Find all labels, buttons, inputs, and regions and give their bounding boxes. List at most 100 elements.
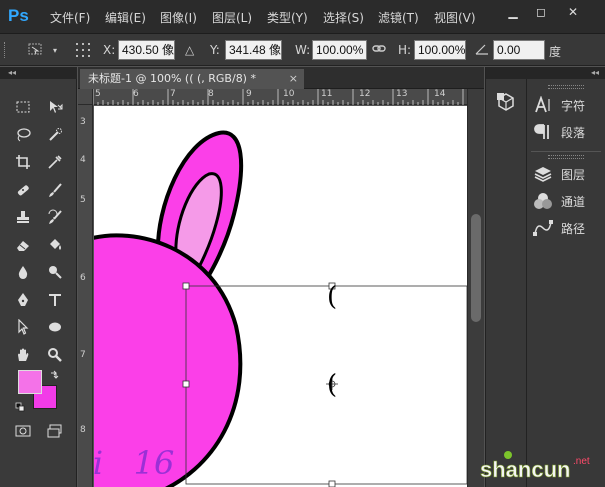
- close-button[interactable]: ✕: [562, 3, 584, 21]
- transform-tool-icon[interactable]: [26, 41, 46, 62]
- paragraph-icon: [531, 122, 555, 142]
- angle-field[interactable]: 0.00: [493, 40, 545, 60]
- panel-channels-label: 通道: [561, 194, 586, 209]
- tools-collapse-button[interactable]: ◂◂: [0, 67, 77, 79]
- vertical-ruler[interactable]: 3 4 5 6 7 8: [78, 105, 93, 487]
- quick-selection-tool-icon[interactable]: [45, 125, 65, 145]
- photoshop-window: Ps 文件(F) 编辑(E) 图像(I) 图层(L) 类型(Y) 选择(S) 滤…: [0, 0, 605, 487]
- ruler-label: 4: [80, 155, 86, 165]
- dock-collapse-button[interactable]: ◂◂: [527, 67, 605, 79]
- watermark-subtext: .net: [573, 456, 590, 467]
- menu-select[interactable]: 选择(S): [323, 9, 364, 26]
- paren-glyph: (: [327, 282, 338, 312]
- angle-unit: 度: [549, 45, 562, 59]
- panel-layers-label: 图层: [561, 167, 586, 182]
- tools-panel: ◂◂: [0, 67, 77, 487]
- 3d-panel-icon[interactable]: [496, 92, 518, 112]
- scrollbar-thumb[interactable]: [471, 214, 481, 322]
- x-field[interactable]: 430.50 像: [118, 40, 175, 60]
- menu-view[interactable]: 视图(V): [434, 9, 476, 26]
- eyedropper-tool-icon[interactable]: [45, 152, 65, 172]
- relative-position-icon[interactable]: △: [185, 43, 194, 57]
- reference-point-icon[interactable]: [73, 41, 93, 62]
- panel-channels[interactable]: 通道: [531, 188, 603, 214]
- dock-header: [486, 67, 528, 79]
- history-brush-tool-icon[interactable]: [45, 207, 65, 227]
- ruler-label: 6: [133, 89, 139, 99]
- panel-paragraph-label: 段落: [561, 125, 586, 140]
- x-label: X:: [103, 43, 116, 57]
- ruler-label: 8: [80, 425, 86, 435]
- menu-image[interactable]: 图像(I): [160, 9, 197, 26]
- eraser-tool-icon[interactable]: [13, 235, 33, 255]
- ruler-label: 11: [321, 89, 333, 99]
- h-label: H:: [398, 43, 412, 57]
- paint-bucket-tool-icon[interactable]: [45, 235, 65, 255]
- move-tool-icon[interactable]: [45, 97, 65, 117]
- ruler-label: 10: [283, 89, 295, 99]
- panel-dock: ◂◂ 字符 段落 图层 通道 路径: [527, 67, 605, 487]
- healing-brush-tool-icon[interactable]: [13, 180, 33, 200]
- document-tab-bar: 未标题-1 @ 100% (( (, RGB/8) * ×: [78, 67, 484, 89]
- app-logo: Ps: [8, 6, 29, 25]
- y-field[interactable]: 341.48 像: [225, 40, 282, 60]
- ruler-label: 7: [170, 89, 176, 99]
- panel-grip[interactable]: [548, 85, 584, 89]
- tool-preset-dropdown-icon[interactable]: ▾: [53, 46, 57, 55]
- screen-mode-icon[interactable]: [45, 421, 65, 441]
- options-bar: ▾ X: 430.50 像 △ Y: 341.48 像 W: 100.00% H…: [0, 34, 605, 66]
- menu-bar: Ps 文件(F) 编辑(E) 图像(I) 图层(L) 类型(Y) 选择(S) 滤…: [0, 0, 605, 34]
- ruler-corner[interactable]: [78, 89, 93, 105]
- panel-grip[interactable]: [548, 155, 584, 159]
- ruler-label: 3: [80, 117, 86, 127]
- zoom-tool-icon[interactable]: [45, 345, 65, 365]
- panel-character-label: 字符: [561, 98, 586, 113]
- default-colors-icon[interactable]: [15, 401, 25, 412]
- width-field[interactable]: 100.00%: [312, 40, 367, 60]
- clone-stamp-tool-icon[interactable]: [13, 207, 33, 227]
- document-canvas[interactable]: ( ( ti 16: [94, 106, 467, 487]
- dodge-tool-icon[interactable]: [45, 262, 65, 282]
- height-field[interactable]: 100.00%: [414, 40, 466, 60]
- panel-paths-label: 路径: [561, 221, 586, 236]
- marquee-tool-icon[interactable]: [13, 97, 33, 117]
- menu-edit[interactable]: 编辑(E): [105, 9, 146, 26]
- menu-file[interactable]: 文件(F): [50, 9, 90, 26]
- path-selection-tool-icon[interactable]: [13, 317, 33, 337]
- menu-type[interactable]: 类型(Y): [267, 9, 308, 26]
- panel-paths[interactable]: 路径: [531, 215, 603, 241]
- lasso-tool-icon[interactable]: [13, 125, 33, 145]
- minimize-button[interactable]: ▁: [502, 3, 524, 21]
- restore-button[interactable]: ◻: [530, 3, 552, 21]
- link-icon[interactable]: [372, 42, 386, 59]
- menu-filter[interactable]: 滤镜(T): [378, 9, 419, 26]
- blur-tool-icon[interactable]: [13, 262, 33, 282]
- quick-mask-icon[interactable]: [13, 421, 33, 441]
- ruler-label: 13: [396, 89, 408, 99]
- panel-character[interactable]: 字符: [531, 92, 603, 118]
- crop-tool-icon[interactable]: [13, 152, 33, 172]
- ellipse-tool-icon[interactable]: [45, 317, 65, 337]
- swap-colors-icon[interactable]: [49, 369, 59, 379]
- ruler-label: 5: [80, 195, 86, 205]
- y-label: Y:: [210, 43, 220, 57]
- pen-tool-icon[interactable]: [13, 290, 33, 310]
- vertical-scrollbar[interactable]: [467, 89, 484, 487]
- panel-layers[interactable]: 图层: [531, 161, 603, 187]
- close-tab-button[interactable]: ×: [289, 69, 298, 89]
- panel-paragraph[interactable]: 段落: [531, 119, 603, 145]
- foreground-color-swatch[interactable]: [18, 370, 42, 394]
- menu-layer[interactable]: 图层(L): [212, 9, 252, 26]
- watermark-logo: shancun .net: [478, 447, 605, 487]
- canvas-text: ti 16: [94, 444, 175, 482]
- layers-icon: [531, 164, 555, 184]
- type-tool-icon[interactable]: [45, 290, 65, 310]
- canvas-area[interactable]: ( ( ti 16: [94, 106, 467, 487]
- horizontal-ruler[interactable]: 5 6 7 8 9 10 11 12 13 14: [93, 89, 467, 105]
- ruler-label: 12: [359, 89, 371, 99]
- brush-tool-icon[interactable]: [45, 180, 65, 200]
- ruler-label: 14: [434, 89, 446, 99]
- hand-tool-icon[interactable]: [13, 345, 33, 365]
- document-tab[interactable]: 未标题-1 @ 100% (( (, RGB/8) * ×: [80, 69, 304, 89]
- ruler-label: 6: [80, 273, 86, 283]
